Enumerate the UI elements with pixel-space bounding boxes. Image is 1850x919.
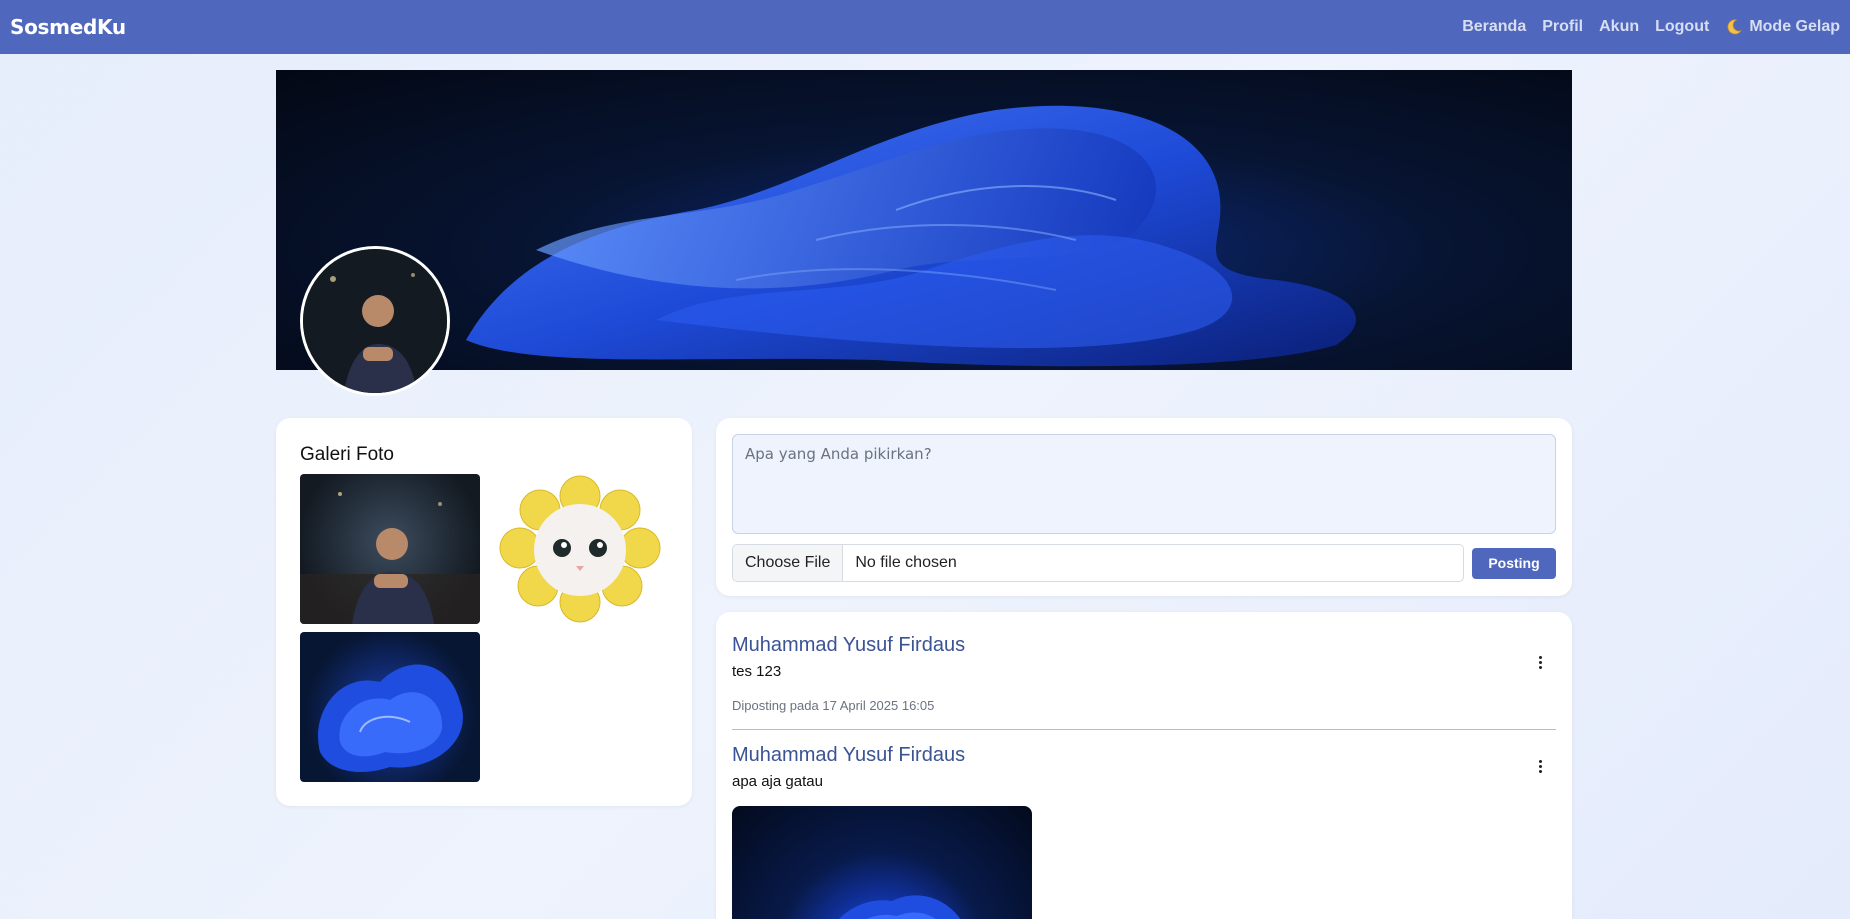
post-text: apa aja gatau: [732, 773, 823, 790]
gallery-photo[interactable]: [492, 474, 668, 624]
brand-logo[interactable]: SosmedKu: [10, 15, 126, 39]
nav-link-akun[interactable]: Akun: [1599, 18, 1639, 36]
navbar: SosmedKu Beranda Profil Akun Logout Mode…: [0, 0, 1850, 54]
post-author[interactable]: Muhammad Yusuf Firdaus: [732, 744, 1556, 767]
nav-link-profil[interactable]: Profil: [1542, 18, 1583, 36]
nav-link-logout[interactable]: Logout: [1655, 18, 1709, 36]
moon-icon: [1727, 19, 1743, 35]
post-author[interactable]: Muhammad Yusuf Firdaus: [732, 634, 1556, 657]
gallery-card: Galeri Foto: [276, 418, 692, 806]
cat-photo: [499, 475, 661, 623]
dark-mode-label: Mode Gelap: [1749, 18, 1840, 35]
post-divider: [732, 729, 1556, 730]
post-image[interactable]: [732, 806, 1032, 919]
gallery-photo[interactable]: [300, 632, 480, 782]
post-textarea[interactable]: [732, 434, 1556, 534]
gallery-photo[interactable]: [300, 474, 480, 624]
person-photo: [303, 249, 447, 393]
gallery-grid: [300, 474, 668, 794]
file-input[interactable]: Choose File No file chosen: [732, 544, 1464, 582]
dark-mode-toggle[interactable]: Mode Gelap: [1725, 18, 1840, 36]
gallery-title: Galeri Foto: [300, 444, 394, 465]
post-item: Muhammad Yusuf Firdaus apa aja gatau: [732, 744, 1556, 919]
file-status: No file chosen: [855, 554, 957, 571]
posting-button[interactable]: Posting: [1472, 547, 1556, 579]
composer-actions: Choose File No file chosen Posting: [732, 544, 1556, 582]
cover-wave-art: [466, 105, 1356, 367]
kebab-menu-icon[interactable]: [1532, 652, 1548, 672]
abstract-wave-photo: [318, 664, 463, 772]
profile-avatar[interactable]: [300, 246, 450, 396]
nav-link-beranda[interactable]: Beranda: [1462, 18, 1526, 36]
post-date: Diposting pada 17 April 2025 16:05: [732, 698, 935, 713]
post-feed: Muhammad Yusuf Firdaus tes 123 Diposting…: [716, 612, 1572, 919]
post-composer: Choose File No file chosen Posting: [716, 418, 1572, 596]
kebab-menu-icon[interactable]: [1532, 756, 1548, 776]
choose-file-button[interactable]: Choose File: [733, 545, 844, 581]
abstract-wave-photo: [839, 895, 961, 919]
cover-image: [276, 70, 1572, 370]
post-item: Muhammad Yusuf Firdaus tes 123 Diposting…: [732, 634, 1556, 713]
nav-links: Beranda Profil Akun Logout Mode Gelap: [1462, 18, 1840, 36]
post-text: tes 123: [732, 663, 782, 680]
person-photo: [300, 492, 480, 624]
